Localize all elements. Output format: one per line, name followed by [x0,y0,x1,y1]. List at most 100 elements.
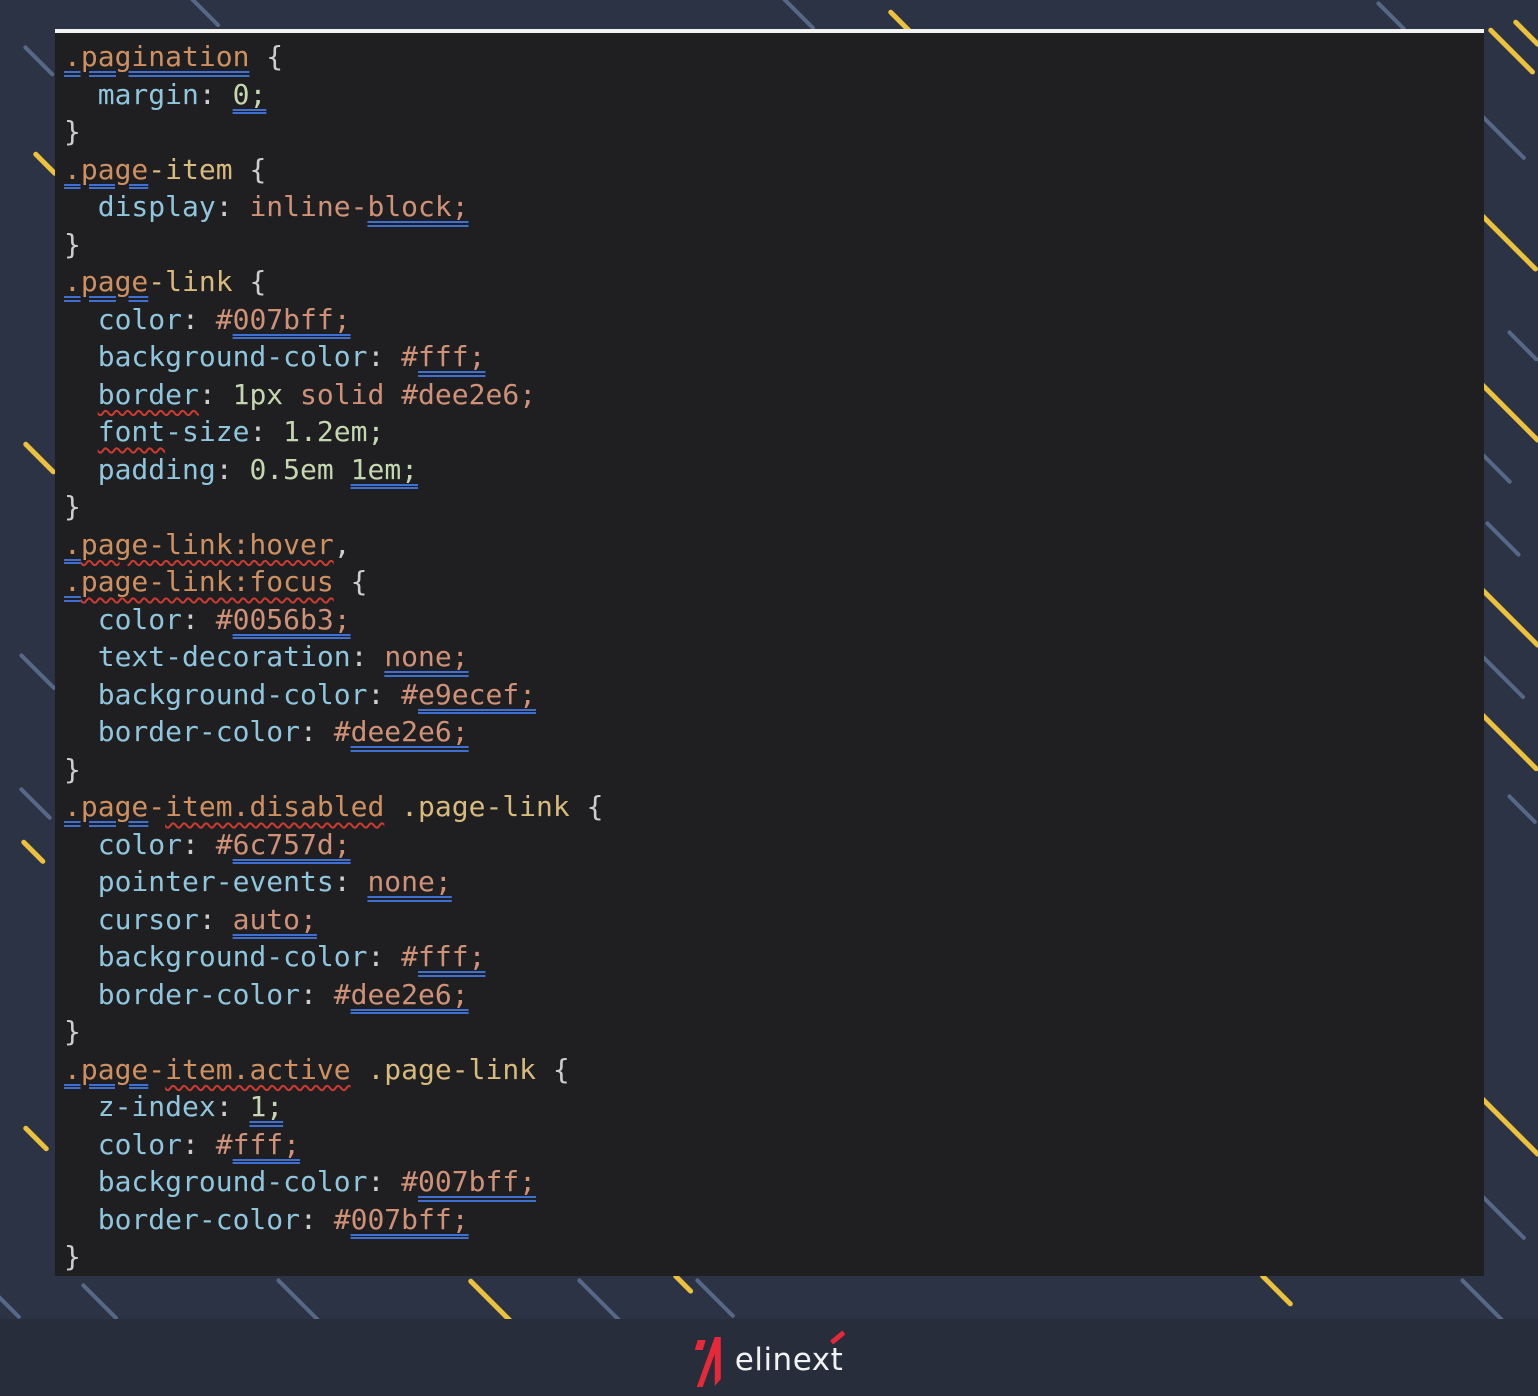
code-line: border: 1px solid #dee2e6; [64,376,1484,414]
code-token: # [216,303,233,336]
code-token: { [536,1053,570,1086]
code-token: : [249,415,283,448]
code-token: .page-link [367,1053,536,1086]
code-line: .page-item { [64,151,1484,189]
code-token: background-color [98,340,368,373]
code-token [64,453,98,486]
code-token: : [216,1090,250,1123]
code-token: none; [367,865,451,898]
code-token: 007bff; [351,1203,469,1236]
elinext-logo: elinext [695,1333,843,1387]
code-token: 0056b3; [233,603,351,636]
code-token: #dee2e6; [401,378,536,411]
code-token: , [334,528,351,561]
code-token: page-link:focus [81,565,334,598]
code-line: background-color: #fff; [64,938,1484,976]
code-token: - [148,790,165,823]
code-line: background-color: #007bff; [64,1163,1484,1201]
code-token: : [199,378,233,411]
yellow-diagonal-line [22,441,57,476]
code-token: : [367,1165,401,1198]
code-token [64,978,98,1011]
code-token: dee2e6; [351,715,469,748]
code-token: font [98,415,165,448]
code-token: pointer-events [98,865,334,898]
code-line: text-decoration: none; [64,638,1484,676]
slate-diagonal-line [778,0,816,31]
code-token [64,78,98,111]
code-token: 1px [233,378,300,411]
code-token: page-link:hover [81,528,334,561]
code-line: pointer-events: none; [64,863,1484,901]
code-token: fff; [418,340,485,373]
slate-diagonal-line [577,1278,622,1323]
slate-diagonal-line [1479,1193,1527,1241]
code-panel: .pagination { margin: 0;}.page-item { di… [55,29,1484,1276]
code-token: .page [64,153,148,186]
code-token: item.disabled [165,790,384,823]
code-token: none; [384,640,468,673]
code-line: color: #0056b3; [64,601,1484,639]
code-line: background-color: #e9ecef; [64,676,1484,714]
code-token [64,378,98,411]
code-token: fff; [233,1128,300,1161]
code-token: .page [64,265,148,298]
code-token: inline- [249,190,367,223]
code-token: # [334,978,351,1011]
code-token: block; [367,190,468,223]
slate-diagonal-line [186,0,221,28]
code-token: : [199,903,233,936]
code-token [64,190,98,223]
code-token: text-decoration [98,640,351,673]
code-token: : [199,78,233,111]
elinext-logo-text-wrap: elinext [735,1342,843,1378]
code-token: auto; [233,903,317,936]
elinext-logo-icon [695,1333,722,1387]
code-token: } [64,753,81,786]
code-token: background-color [98,1165,368,1198]
code-token [64,865,98,898]
code-line: } [64,488,1484,526]
code-line: } [64,226,1484,264]
yellow-diagonal-line [1478,1095,1538,1158]
yellow-diagonal-line [1259,1273,1294,1308]
code-token: : [351,640,385,673]
code-token: . [64,565,81,598]
code-line: } [64,751,1484,789]
code-token [64,415,98,448]
slate-diagonal-line [276,1278,321,1323]
code-token: # [216,603,233,636]
code-token: -item [148,153,232,186]
code-token: : [216,453,250,486]
slate-diagonal-line [1481,655,1526,700]
code-token: : [216,190,250,223]
code-line: margin: 0; [64,76,1484,114]
code-token: 007bff; [233,303,351,336]
code-token: color [98,828,182,861]
code-token: background-color [98,940,368,973]
slate-diagonal-line [23,45,56,78]
slate-diagonal-line [81,1283,119,1321]
code-token: { [233,265,267,298]
code-token: { [570,790,604,823]
code-token: border-color [98,978,300,1011]
code-token [64,1128,98,1161]
code-token [64,715,98,748]
code-line: } [64,1238,1484,1276]
slate-diagonal-line [1376,1,1407,32]
code-token: padding [98,453,216,486]
code-token: . [64,528,81,561]
code-banner: .pagination { margin: 0;}.page-item { di… [0,0,1538,1396]
code-line: font-size: 1.2em; [64,413,1484,451]
code-token: z-index [98,1090,216,1123]
code-token: : [300,715,334,748]
code-token: -size [165,415,249,448]
code-line: .page-link { [64,263,1484,301]
code-token: # [401,940,418,973]
code-line: color: #6c757d; [64,826,1484,864]
code-token [64,640,98,673]
code-area: .pagination { margin: 0;}.page-item { di… [55,33,1484,1276]
code-token: # [401,1165,418,1198]
code-token: : [300,978,334,1011]
yellow-diagonal-line [1512,19,1538,48]
